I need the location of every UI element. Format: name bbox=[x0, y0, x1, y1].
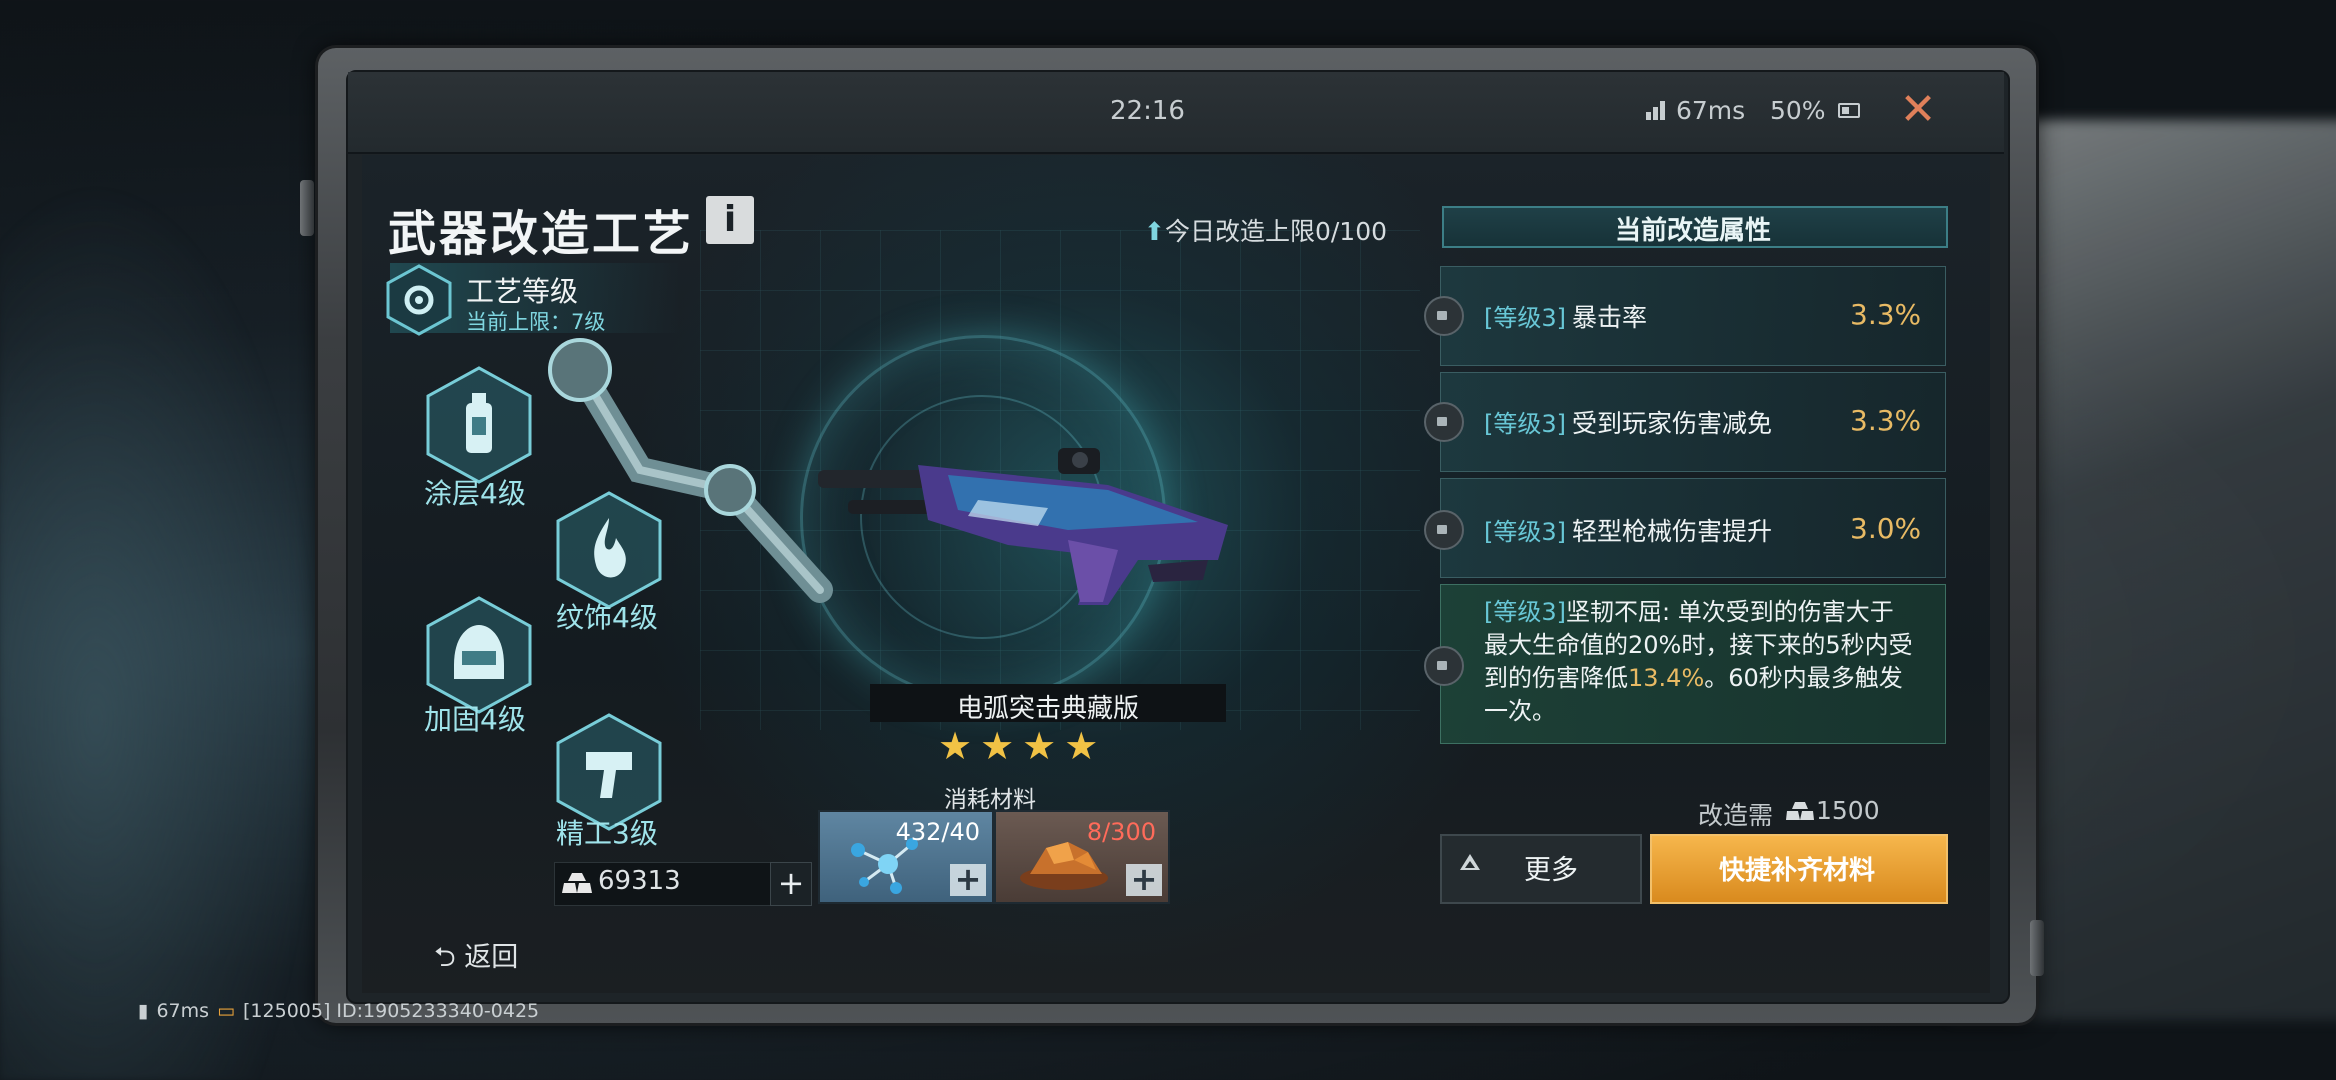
weapon-name: 电弧突击典藏版 bbox=[956, 694, 1139, 724]
currency-value: 69313 bbox=[598, 866, 681, 896]
bottom-status-bar: ▮ 67ms ▭ [125005] ID:1905233340-0425 bbox=[138, 1000, 547, 1022]
page-title: 武器改造工艺 bbox=[388, 206, 695, 262]
return-arrow-icon: ⮌ bbox=[434, 942, 456, 973]
lock-icon[interactable] bbox=[1424, 646, 1464, 686]
battery-icon: ▭ bbox=[217, 1000, 236, 1022]
gold-bars-icon bbox=[562, 873, 592, 893]
frame-bolt bbox=[2030, 920, 2044, 976]
back-label: 返回 bbox=[464, 942, 519, 973]
attribute-level: [等级3] bbox=[1484, 304, 1566, 332]
material-slot-gold-ore[interactable]: 8/300 + bbox=[994, 810, 1170, 904]
attributes-header: 当前改造属性 bbox=[1614, 216, 1771, 246]
pattern-label: 纹饰4级 bbox=[556, 601, 658, 634]
attribute-value: 3.0% bbox=[1850, 512, 1922, 545]
lock-icon[interactable] bbox=[1424, 296, 1464, 336]
ping-readout: 67ms bbox=[1676, 96, 1746, 125]
attribute-value: 3.3% bbox=[1850, 404, 1922, 437]
frame-bolt bbox=[300, 180, 314, 236]
back-button[interactable]: ⮌ 返回 bbox=[434, 935, 518, 984]
battery-percent: 50% bbox=[1770, 96, 1826, 125]
more-label: 更多 bbox=[1524, 855, 1578, 886]
reinforce-label: 加固4级 bbox=[424, 703, 526, 736]
attribute-name: 轻型枪械伤害提升 bbox=[1572, 517, 1773, 546]
special-attribute-description: [等级3]坚韧不屈: 单次受到的伤害大于最大生命值的20%时，接下来的5秒内受到… bbox=[1484, 596, 1914, 728]
pattern-category-button[interactable] bbox=[554, 490, 664, 610]
craft-level-label: 工艺等级 bbox=[466, 275, 579, 308]
triangle-up-icon-inner bbox=[1465, 861, 1475, 868]
clock: 22:16 bbox=[1110, 96, 1185, 126]
attribute-level: [等级3] bbox=[1484, 598, 1566, 626]
daily-limit-text: ⬆今日改造上限0/100 bbox=[1144, 212, 1387, 248]
player-id: [125005] ID:1905233340-0425 bbox=[243, 1000, 540, 1022]
daily-limit-label: 今日改造上限0/100 bbox=[1164, 217, 1387, 246]
gold-bars-icon bbox=[1786, 802, 1814, 820]
add-material-button[interactable]: + bbox=[1126, 863, 1162, 896]
lock-icon[interactable] bbox=[1424, 510, 1464, 550]
battery-icon bbox=[1838, 103, 1860, 118]
add-material-button[interactable]: + bbox=[950, 863, 986, 896]
lock-icon[interactable] bbox=[1424, 402, 1464, 442]
attribute-name: 暴击率 bbox=[1572, 303, 1648, 332]
coating-label: 涂层4级 bbox=[424, 477, 526, 510]
weapon-image bbox=[818, 448, 1228, 605]
precision-label: 精工3级 bbox=[556, 817, 658, 850]
up-arrow-icon: ⬆ bbox=[1144, 217, 1165, 246]
materials-label: 消耗材料 bbox=[944, 787, 1036, 813]
craft-level-limit: 当前上限：7级 bbox=[466, 310, 606, 334]
material-count: 432/40 bbox=[895, 818, 980, 846]
material-slot-molecule[interactable]: 432/40 + bbox=[818, 810, 994, 904]
reinforce-category-button[interactable] bbox=[424, 595, 534, 715]
cost-label: 改造需 bbox=[1698, 801, 1774, 830]
bottom-ping: 67ms bbox=[156, 1000, 210, 1022]
attribute-name: 受到玩家伤害减免 bbox=[1572, 409, 1773, 438]
info-button[interactable]: i bbox=[706, 196, 754, 244]
coating-category-button[interactable] bbox=[424, 365, 534, 485]
weapon-star-rating: ★★★★ bbox=[938, 724, 1107, 768]
special-attribute-value: 13.4% bbox=[1628, 664, 1705, 692]
attribute-level: [等级3] bbox=[1484, 410, 1566, 438]
craft-gear-icon bbox=[386, 264, 452, 336]
background-blur-left bbox=[0, 180, 320, 1080]
material-count: 8/300 bbox=[1086, 818, 1156, 846]
attribute-level: [等级3] bbox=[1484, 518, 1566, 546]
signal-icon bbox=[1646, 101, 1665, 120]
add-currency-button[interactable]: + bbox=[770, 862, 812, 906]
signal-icon: ▮ bbox=[138, 1000, 149, 1022]
attribute-value: 3.3% bbox=[1850, 298, 1922, 331]
close-button[interactable]: ✕ bbox=[1896, 88, 1940, 132]
quick-refill-label: 快捷补齐材料 bbox=[1718, 856, 1875, 886]
cost-value: 1500 bbox=[1816, 796, 1880, 825]
